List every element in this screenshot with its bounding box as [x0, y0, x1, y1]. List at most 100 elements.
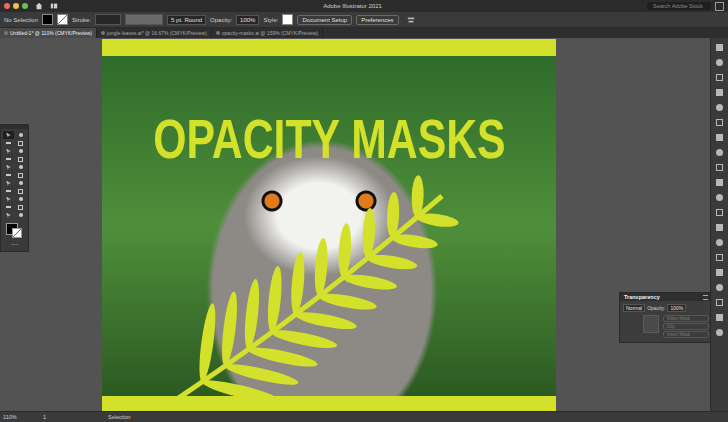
tool-icon[interactable]	[15, 171, 26, 179]
panel-icon[interactable]	[716, 44, 723, 51]
panel-grip[interactable]	[1, 125, 28, 129]
stroke-swatch[interactable]	[57, 14, 68, 25]
panel-icon[interactable]	[716, 254, 723, 261]
variable-width-field[interactable]	[125, 14, 163, 25]
mask-button: Invert Mask	[663, 331, 709, 338]
tool-icon[interactable]	[3, 179, 14, 187]
lemur-photo[interactable]: OPACITY MASKS	[102, 56, 556, 396]
headline-wrap: OPACITY MASKS	[102, 116, 556, 161]
control-bar: No SelectionStroke:5 pt. RoundOpacity:10…	[0, 12, 728, 28]
zoom-icon[interactable]	[22, 3, 28, 9]
fill-stroke-icon[interactable]	[6, 223, 24, 239]
panel-icon[interactable]	[716, 89, 723, 96]
close-tab-icon[interactable]	[101, 31, 105, 35]
canvas: OPACITY MASKS ··· TransparencyNormalOpacit…	[0, 38, 710, 411]
stroke-weight-field[interactable]	[95, 14, 121, 25]
blend-row: NormalOpacity:100%	[620, 301, 710, 314]
artboard-number[interactable]: 1	[43, 414, 108, 420]
panel-icon[interactable]	[716, 194, 723, 201]
panel-icon[interactable]	[716, 269, 723, 276]
close-icon[interactable]	[4, 3, 10, 9]
close-tab-icon[interactable]	[216, 31, 220, 35]
tool-icon[interactable]	[3, 163, 14, 171]
arrange-icon[interactable]	[715, 2, 724, 11]
top-band	[102, 39, 556, 56]
tool-icon[interactable]	[3, 139, 14, 147]
tool-icon[interactable]	[3, 203, 14, 211]
tool-icon[interactable]	[15, 195, 26, 203]
panel-icon[interactable]	[716, 209, 723, 216]
panel-icon[interactable]	[716, 224, 723, 231]
tool-icon[interactable]	[3, 211, 14, 219]
minimize-icon[interactable]	[13, 3, 19, 9]
brush-dropdown[interactable]: 5 pt. Round	[167, 15, 206, 25]
tool-icon[interactable]	[15, 179, 26, 187]
document-tabs: Untitled-1* @ 110% (CMYK/Preview)jungle-…	[0, 28, 728, 38]
style-label: Style:	[263, 17, 278, 23]
stock-search[interactable]: Search Adobe Stock	[647, 2, 711, 10]
panel-icon[interactable]	[716, 299, 723, 306]
document-tab[interactable]: jungle-leaves.ai* @ 16.67% (CMYK/Preview…	[97, 28, 212, 38]
transparency-panel: TransparencyNormalOpacity:100%Make MaskC…	[619, 292, 710, 343]
panel-icon[interactable]	[716, 314, 723, 321]
artboard[interactable]: OPACITY MASKS	[102, 39, 556, 411]
panel-icon[interactable]	[716, 149, 723, 156]
panel-icon[interactable]	[716, 284, 723, 291]
mask-buttons: Make MaskClipInvert Mask	[663, 315, 709, 338]
document-tab[interactable]: opacity-masks.ai @ 159% (CMYK/Preview)	[212, 28, 323, 38]
home-icon[interactable]	[35, 2, 43, 10]
tool-icon[interactable]	[15, 155, 26, 163]
tool-icon[interactable]	[15, 147, 26, 155]
palm-leaf-icon[interactable]	[102, 56, 556, 396]
more-tools-icon[interactable]: ···	[11, 241, 18, 248]
title-right: Search Adobe Stock	[647, 2, 724, 11]
close-tab-icon[interactable]	[4, 31, 8, 35]
opacity-label: Opacity:	[210, 17, 232, 23]
blend-mode-dropdown[interactable]: Normal	[623, 304, 645, 312]
object-thumbnail[interactable]	[643, 315, 659, 333]
control-button[interactable]: Preferences	[356, 15, 398, 25]
tool-grid	[3, 131, 26, 219]
tool-icon[interactable]	[15, 139, 26, 147]
tool-icon[interactable]	[3, 147, 14, 155]
current-tool[interactable]: Selection	[108, 414, 131, 420]
fill-swatch[interactable]	[42, 14, 53, 25]
tool-icon[interactable]	[15, 131, 26, 139]
panel-icon[interactable]	[716, 59, 723, 66]
panel-icon[interactable]	[716, 179, 723, 186]
tool-icon[interactable]	[15, 203, 26, 211]
zoom-level[interactable]: 110%	[3, 414, 43, 420]
illustrator-window: Adobe Illustrator 2021Search Adobe Stock…	[0, 0, 728, 422]
tool-icon[interactable]	[3, 187, 14, 195]
panel-icon[interactable]	[716, 329, 723, 336]
workspace-layout-icon[interactable]	[50, 2, 58, 10]
panel-icon[interactable]	[716, 74, 723, 81]
panel-icon[interactable]	[716, 134, 723, 141]
panel-icon[interactable]	[716, 119, 723, 126]
tool-icon[interactable]	[15, 187, 26, 195]
panel-menu-icon[interactable]	[703, 295, 708, 300]
window-title: Adobe Illustrator 2021	[58, 3, 647, 9]
panel-header[interactable]: Transparency	[620, 293, 710, 301]
panel-icon[interactable]	[716, 164, 723, 171]
status-bar: 110%1Selection	[0, 411, 728, 422]
panel-icon[interactable]	[716, 239, 723, 246]
mask-button: Make Mask	[663, 315, 709, 322]
opacity-field[interactable]: 100%	[667, 304, 686, 312]
tool-icon[interactable]	[3, 171, 14, 179]
control-button[interactable]: Document Setup	[297, 15, 352, 25]
tool-icon[interactable]	[3, 155, 14, 163]
tool-icon[interactable]	[15, 211, 26, 219]
opacity-field[interactable]: 100%	[236, 15, 259, 25]
mask-button: Clip	[663, 323, 709, 330]
panel-icon[interactable]	[716, 104, 723, 111]
document-tab[interactable]: Untitled-1* @ 110% (CMYK/Preview)	[0, 28, 97, 38]
align-icon[interactable]	[407, 16, 415, 24]
tool-icon[interactable]	[3, 131, 14, 139]
panel-title: Transparency	[624, 294, 660, 300]
style-swatch[interactable]	[282, 14, 293, 25]
tool-icon[interactable]	[15, 163, 26, 171]
selection-label: No Selection	[4, 17, 38, 23]
headline-text[interactable]: OPACITY MASKS	[153, 110, 505, 166]
tool-icon[interactable]	[3, 195, 14, 203]
